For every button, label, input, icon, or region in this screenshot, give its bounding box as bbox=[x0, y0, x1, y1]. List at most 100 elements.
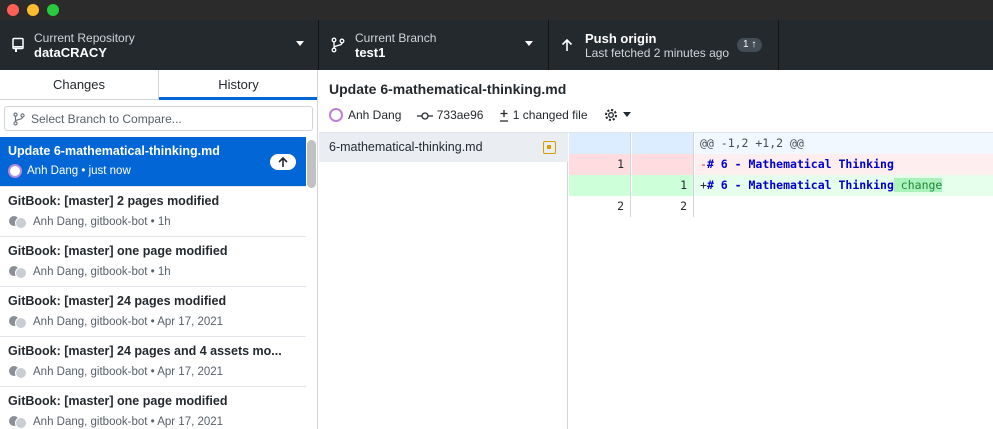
commit-title: Update 6-mathematical-thinking.md bbox=[8, 144, 220, 158]
commit-title: GitBook: [master] 24 pages modified bbox=[8, 294, 227, 308]
zoom-window-button[interactable] bbox=[47, 4, 59, 16]
commit-author-time: Anh Dang, gitbook-bot • 1h bbox=[33, 266, 171, 279]
avatar bbox=[8, 214, 28, 230]
changed-files-list: 6-mathematical-thinking.md bbox=[319, 133, 568, 429]
branch-name: test1 bbox=[355, 45, 386, 60]
file-name: 6-mathematical-thinking.md bbox=[329, 140, 483, 154]
new-line-number bbox=[632, 133, 694, 154]
compare-branch-input[interactable]: Select Branch to Compare... bbox=[4, 106, 313, 131]
avatar bbox=[8, 164, 22, 178]
old-line-number: 2 bbox=[569, 196, 631, 217]
commit-author-time: Anh Dang • just now bbox=[27, 165, 131, 178]
commit-list: Update 6-mathematical-thinking.md Anh Da… bbox=[0, 137, 306, 429]
commit-meta: Anh Dang, gitbook-bot • Apr 17, 2021 bbox=[8, 314, 223, 330]
diff-sign: + bbox=[700, 178, 707, 192]
repo-label: Current Repository bbox=[34, 31, 135, 45]
active-tab-indicator bbox=[159, 97, 317, 100]
commit-author: Anh Dang bbox=[329, 108, 401, 123]
commit-meta: Anh Dang, gitbook-bot • Apr 17, 2021 bbox=[8, 364, 223, 380]
commit-metadata: Anh Dang 733ae96 1 changed file bbox=[329, 107, 643, 123]
unpushed-commit-indicator bbox=[270, 154, 296, 170]
new-line-number: 2 bbox=[632, 196, 694, 217]
diff-line-context[interactable]: 2 2 bbox=[569, 196, 993, 217]
repo-name: dataCRACY bbox=[34, 45, 107, 60]
changed-files-count: 1 changed file bbox=[499, 108, 588, 122]
hunk-header-text: @@ -1,2 +1,2 @@ bbox=[695, 133, 993, 154]
avatar bbox=[329, 108, 343, 123]
author-name: Anh Dang bbox=[348, 107, 402, 122]
commit-author-time: Anh Dang, gitbook-bot • 1h bbox=[33, 216, 171, 229]
commit-icon bbox=[416, 112, 433, 120]
minimize-window-button[interactable] bbox=[27, 4, 39, 16]
tab-history[interactable]: History bbox=[159, 70, 317, 100]
chevron-down-icon bbox=[622, 112, 631, 118]
commit-item[interactable]: GitBook: [master] one page modified Anh … bbox=[0, 237, 306, 287]
diff-line-text: -# 6 - Mathematical Thinking bbox=[695, 154, 993, 175]
arrow-up-icon bbox=[278, 156, 288, 167]
window-titlebar bbox=[0, 0, 993, 20]
old-line-number: 1 bbox=[569, 154, 631, 175]
current-branch-button[interactable]: Current Branch test1 bbox=[319, 20, 549, 70]
commit-item[interactable]: GitBook: [master] 24 pages modified Anh … bbox=[0, 287, 306, 337]
gear-icon bbox=[604, 109, 617, 121]
commit-author-time: Anh Dang, gitbook-bot • Apr 17, 2021 bbox=[33, 316, 224, 329]
commit-sha[interactable]: 733ae96 bbox=[416, 108, 484, 122]
old-line-number bbox=[569, 175, 631, 196]
app-toolbar: Current Repository dataCRACY Current Bra… bbox=[0, 20, 993, 70]
diff-added-word: change bbox=[893, 178, 943, 192]
diff-hunk-header[interactable]: @@ -1,2 +1,2 @@ bbox=[569, 133, 993, 154]
diff-line-text: +# 6 - Mathematical Thinking change bbox=[695, 175, 993, 196]
avatar bbox=[8, 264, 28, 280]
commit-item[interactable]: GitBook: [master] 24 pages and 4 assets … bbox=[0, 337, 306, 387]
commit-title: GitBook: [master] one page modified bbox=[8, 394, 228, 408]
commit-meta: Anh Dang, gitbook-bot • 1h bbox=[8, 264, 171, 280]
old-line-number bbox=[569, 133, 631, 154]
branch-icon bbox=[331, 37, 345, 53]
sidebar: Changes History Select Branch to Compare… bbox=[0, 70, 318, 429]
sidebar-tabs: Changes History bbox=[0, 70, 317, 100]
diff-view: @@ -1,2 +1,2 @@ 1 -# 6 - Mathematical Th… bbox=[569, 133, 993, 217]
commit-item[interactable]: GitBook: [master] 2 pages modified Anh D… bbox=[0, 187, 306, 237]
commit-title: GitBook: [master] 24 pages and 4 assets … bbox=[8, 344, 282, 358]
file-item[interactable]: 6-mathematical-thinking.md bbox=[319, 133, 568, 162]
diff-settings-button[interactable] bbox=[603, 107, 631, 123]
diff-content: # 6 - Mathematical Thinking bbox=[706, 157, 894, 171]
commit-title: GitBook: [master] one page modified bbox=[8, 244, 228, 258]
repo-icon bbox=[12, 37, 24, 52]
diff-line-deleted[interactable]: 1 -# 6 - Mathematical Thinking bbox=[569, 154, 993, 175]
compare-placeholder: Select Branch to Compare... bbox=[31, 112, 182, 126]
commit-list-scrollbar[interactable] bbox=[307, 140, 316, 188]
diff-sign: - bbox=[700, 157, 707, 171]
commit-summary-title: Update 6-mathematical-thinking.md bbox=[329, 81, 567, 97]
push-count-badge: 1 ↑ bbox=[737, 38, 763, 52]
commit-author-time: Anh Dang, gitbook-bot • Apr 17, 2021 bbox=[33, 366, 224, 379]
push-origin-button[interactable]: Push origin Last fetched 2 minutes ago 1… bbox=[549, 20, 779, 70]
new-line-number: 1 bbox=[632, 175, 694, 196]
commit-meta: Anh Dang, gitbook-bot • Apr 17, 2021 bbox=[8, 414, 223, 429]
avatar bbox=[8, 364, 28, 380]
chevron-down-icon bbox=[525, 41, 533, 46]
tab-changes[interactable]: Changes bbox=[0, 70, 159, 100]
diff-content: # 6 - Mathematical Thinking bbox=[706, 178, 894, 192]
chevron-down-icon bbox=[296, 41, 304, 46]
diff-line-added[interactable]: 1 +# 6 - Mathematical Thinking change bbox=[569, 175, 993, 196]
commit-item[interactable]: GitBook: [master] one page modified Anh … bbox=[0, 387, 306, 429]
diff-icon bbox=[499, 109, 508, 122]
commit-item[interactable]: Update 6-mathematical-thinking.md Anh Da… bbox=[0, 137, 306, 187]
changed-files-text: 1 changed file bbox=[512, 108, 588, 122]
diff-line-text bbox=[695, 196, 993, 217]
new-line-number bbox=[632, 154, 694, 175]
commit-meta: Anh Dang, gitbook-bot • 1h bbox=[8, 214, 171, 230]
avatar bbox=[8, 314, 28, 330]
branch-icon bbox=[13, 112, 25, 126]
arrow-up-icon bbox=[561, 38, 573, 51]
current-repository-button[interactable]: Current Repository dataCRACY bbox=[0, 20, 319, 70]
branch-label: Current Branch bbox=[355, 31, 437, 45]
modified-status-icon bbox=[543, 141, 556, 154]
commit-author-time: Anh Dang, gitbook-bot • Apr 17, 2021 bbox=[33, 416, 224, 429]
commit-detail-pane: Update 6-mathematical-thinking.md Anh Da… bbox=[319, 70, 993, 429]
sha-text: 733ae96 bbox=[436, 108, 484, 122]
push-label: Push origin bbox=[585, 31, 657, 46]
avatar bbox=[8, 414, 28, 429]
close-window-button[interactable] bbox=[7, 4, 19, 16]
